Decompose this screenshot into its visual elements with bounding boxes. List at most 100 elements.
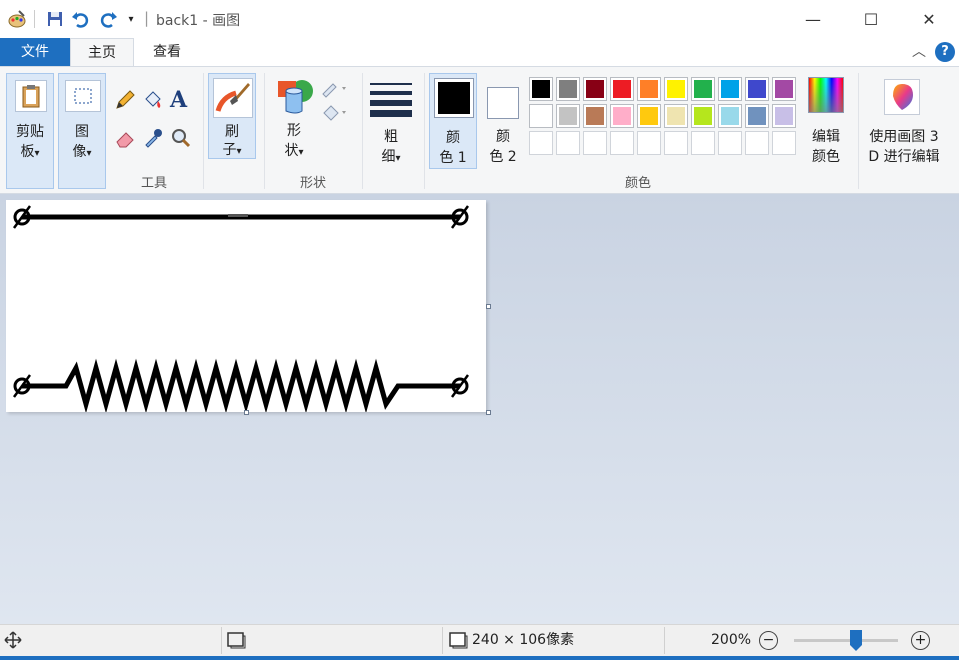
canvas-area[interactable] [0, 194, 959, 624]
resize-handle-corner[interactable] [486, 410, 491, 415]
palette-swatch[interactable] [772, 131, 796, 155]
maximize-button[interactable]: ☐ [842, 0, 900, 38]
wire-mark [228, 214, 248, 217]
color1-fill [438, 82, 470, 114]
ribbon-separator [858, 73, 859, 189]
edit-colors-label-2: 颜色 [812, 149, 840, 165]
window-title: back1 - 画图 [156, 13, 241, 29]
zoom-in-button[interactable]: + [911, 631, 930, 650]
palette-swatch[interactable] [529, 131, 553, 155]
palette-swatch[interactable] [691, 131, 715, 155]
customize-quickaccess-icon[interactable]: ▾ [120, 8, 142, 30]
palette-swatch[interactable] [637, 131, 661, 155]
color2-label-1: 颜 [496, 129, 510, 145]
palette-swatch[interactable] [664, 77, 688, 101]
tab-home[interactable]: 主页 [70, 38, 134, 66]
palette-swatch[interactable] [664, 104, 688, 128]
palette-swatch[interactable] [691, 77, 715, 101]
palette-swatch[interactable] [610, 131, 634, 155]
color1-button[interactable]: 颜 色 1 [429, 73, 477, 169]
palette-swatch-color [586, 107, 604, 125]
line-width-icon [370, 81, 412, 121]
palette-swatch-color [613, 107, 631, 125]
resize-handle-right[interactable] [486, 304, 491, 309]
edit-colors-label-1: 编辑 [812, 129, 840, 145]
palette-swatch[interactable] [529, 104, 553, 128]
ribbon: 剪贴 板▾ 图 像▾ A 工具 刷 子▾ 形 状▾ 形状 粗 细▾ 颜 色 1 … [0, 66, 959, 194]
zoom-out-button[interactable]: − [759, 631, 778, 650]
text-tool-icon[interactable]: A [170, 87, 187, 113]
magnifier-icon[interactable] [170, 127, 192, 153]
shapes-label-1: 形 [287, 123, 301, 139]
eraser-icon[interactable] [114, 127, 136, 153]
palette-swatch[interactable] [556, 131, 580, 155]
color2-button[interactable]: 颜 色 2 [479, 73, 527, 169]
minimize-button[interactable]: — [784, 0, 842, 38]
clipboard-button[interactable]: 剪贴 板▾ [6, 73, 54, 189]
resize-handle-bottom[interactable] [244, 410, 249, 415]
undo-icon[interactable] [70, 8, 92, 30]
palette-swatch[interactable] [610, 77, 634, 101]
palette-swatch[interactable] [718, 104, 742, 128]
brushes-button[interactable]: 刷 子▾ [208, 73, 256, 159]
size-button[interactable]: 粗 细▾ [366, 73, 416, 169]
palette-swatch-color [775, 107, 793, 125]
status-divider [664, 627, 665, 654]
tab-view[interactable]: 查看 [136, 38, 198, 66]
tab-file[interactable]: 文件 [0, 38, 70, 66]
palette-swatch-color [694, 107, 712, 125]
palette-swatch[interactable] [637, 77, 661, 101]
brushes-label-1: 刷 [225, 124, 239, 140]
close-button[interactable]: ✕ [900, 0, 958, 38]
shape-fill-icon[interactable] [320, 103, 348, 127]
shapes-button[interactable]: 形 状▾ [270, 73, 318, 169]
palette-swatch[interactable] [745, 104, 769, 128]
palette-swatch[interactable] [718, 131, 742, 155]
palette-swatch[interactable] [637, 104, 661, 128]
palette-swatch[interactable] [556, 77, 580, 101]
palette-swatch-color [532, 80, 550, 98]
image-size-text: 240 × 106像素 [472, 632, 575, 648]
pencil-icon[interactable] [114, 89, 136, 115]
outline-icon[interactable] [320, 79, 348, 103]
paint3d-button[interactable]: 使用画图 3 D 进行编辑 [862, 73, 946, 169]
paint3d-icon [884, 79, 920, 115]
redo-icon[interactable] [97, 8, 119, 30]
drawing-canvas[interactable] [6, 200, 486, 414]
clipboard-label-2: 板▾ [20, 144, 40, 160]
edit-colors-button[interactable]: 编辑 颜色 [804, 73, 848, 169]
palette-swatch[interactable] [772, 77, 796, 101]
palette-swatch[interactable] [583, 131, 607, 155]
canvas-drawing [12, 205, 470, 414]
palette-swatch[interactable] [556, 104, 580, 128]
help-icon[interactable]: ? [935, 42, 955, 62]
palette-swatch[interactable] [583, 104, 607, 128]
paint3d-label-1: 使用画图 3 [869, 129, 939, 145]
palette-swatch[interactable] [583, 77, 607, 101]
palette-swatch[interactable] [745, 131, 769, 155]
paint-app-icon[interactable] [6, 8, 28, 30]
shapes-icon [274, 77, 316, 121]
palette-swatch[interactable] [664, 131, 688, 155]
collapse-ribbon-icon[interactable]: ︿ [912, 41, 926, 61]
palette-swatch-color [586, 80, 604, 98]
palette-swatch-color [775, 80, 793, 98]
colors-group-label: 颜色 [624, 176, 651, 191]
palette-swatch-color [667, 80, 685, 98]
palette-swatch-color [532, 107, 550, 125]
palette-swatch[interactable] [772, 104, 796, 128]
color-picker-icon[interactable] [142, 127, 164, 153]
save-icon[interactable] [44, 8, 66, 30]
zoom-slider-track[interactable] [794, 639, 898, 642]
palette-swatch[interactable] [529, 77, 553, 101]
palette-swatch[interactable] [691, 104, 715, 128]
palette-swatch[interactable] [745, 77, 769, 101]
palette-swatch[interactable] [718, 77, 742, 101]
color2-label-2: 色 2 [489, 149, 517, 165]
fill-bucket-icon[interactable] [142, 89, 164, 115]
palette-swatch[interactable] [610, 104, 634, 128]
clipboard-icon [15, 80, 47, 112]
image-button[interactable]: 图 像▾ [58, 73, 106, 189]
zoom-slider-thumb[interactable] [850, 630, 863, 651]
color1-label-1: 颜 [446, 130, 460, 146]
